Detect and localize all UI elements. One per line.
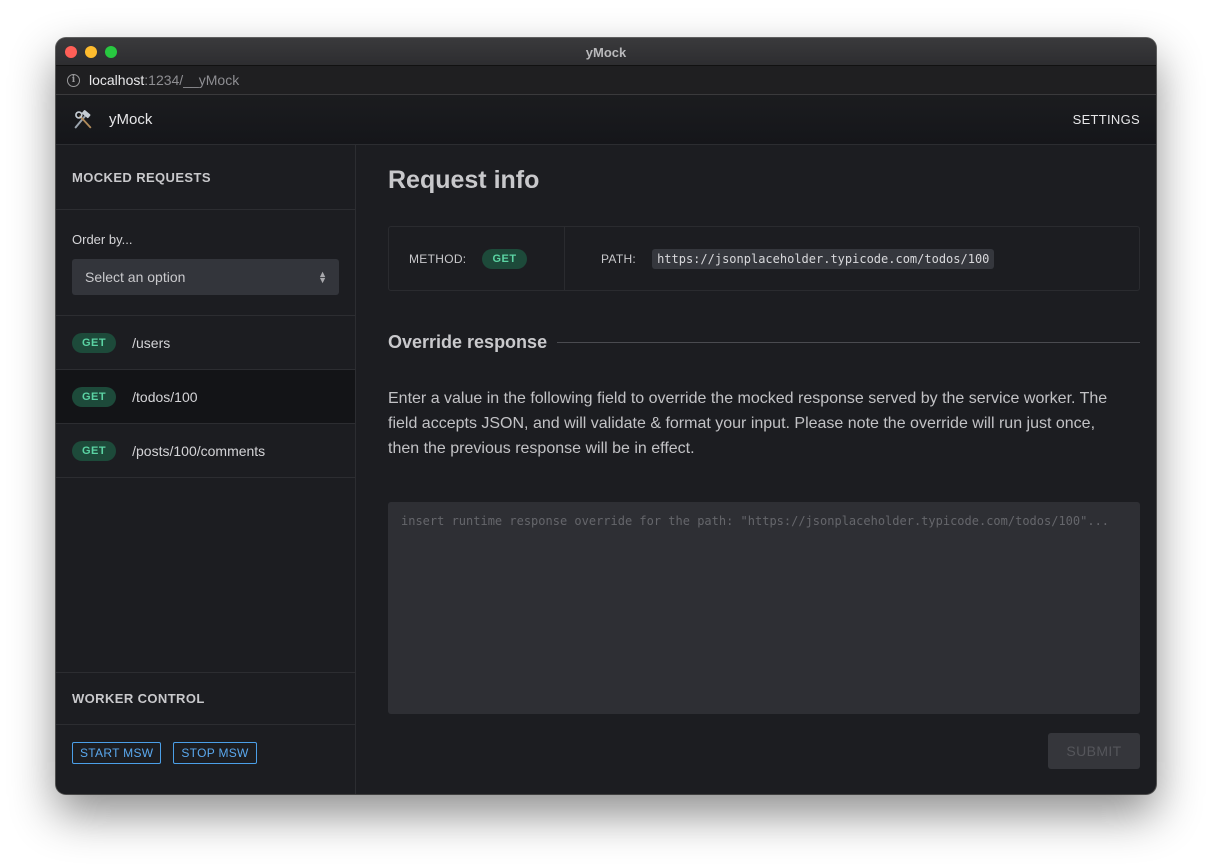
method-badge: GET xyxy=(482,248,527,269)
order-by-select-value: Select an option xyxy=(85,269,186,285)
request-item-comments[interactable]: GET /posts/100/comments xyxy=(56,424,355,478)
page-title: Request info xyxy=(388,166,540,194)
request-path: /users xyxy=(132,334,171,351)
path-label: PATH: xyxy=(601,251,637,266)
start-msw-button[interactable]: START MSW xyxy=(72,741,162,764)
mocked-requests-heading: MOCKED REQUESTS xyxy=(56,145,355,210)
main-panel: Request info METHOD: GET PATH: https://j… xyxy=(356,145,1156,794)
method-badge: GET xyxy=(72,386,117,407)
order-by-block: Order by... Select an option ▲ ▼ xyxy=(56,210,355,316)
app-name: yMock xyxy=(109,111,153,128)
sidebar: MOCKED REQUESTS Order by... Select an op… xyxy=(56,145,356,794)
stop-msw-button[interactable]: STOP MSW xyxy=(173,741,257,764)
window-titlebar: yMock xyxy=(56,38,1156,66)
settings-link[interactable]: SETTINGS xyxy=(1073,112,1140,127)
window-title: yMock xyxy=(585,45,627,60)
submit-button[interactable]: SUBMIT xyxy=(1048,733,1140,769)
worker-control-heading: WORKER CONTROL xyxy=(56,673,355,725)
sidebar-spacer xyxy=(56,478,355,673)
request-info-card: METHOD: GET PATH: https://jsonplaceholde… xyxy=(388,226,1140,291)
request-item-todos[interactable]: GET /todos/100 xyxy=(56,370,355,424)
info-icon[interactable]: i xyxy=(67,73,80,87)
request-item-users[interactable]: GET /users xyxy=(56,316,355,370)
app-header: yMock SETTINGS xyxy=(56,95,1156,145)
override-section-header: Override response xyxy=(388,332,1140,353)
address-bar[interactable]: i localhost:1234/__yMock xyxy=(56,66,1156,95)
override-title: Override response xyxy=(388,332,548,352)
override-textarea[interactable] xyxy=(388,502,1140,714)
method-label: METHOD: xyxy=(409,251,467,266)
request-path: /posts/100/comments xyxy=(132,442,266,459)
chevron-up-down-icon: ▲ ▼ xyxy=(318,269,327,285)
request-path: /todos/100 xyxy=(132,388,198,405)
worker-controls: START MSW STOP MSW xyxy=(56,725,355,794)
method-cell: METHOD: GET xyxy=(389,227,565,290)
path-value: https://jsonplaceholder.typicode.com/tod… xyxy=(652,248,995,269)
order-by-select[interactable]: Select an option ▲ ▼ xyxy=(72,259,339,295)
divider xyxy=(557,342,1140,343)
method-badge: GET xyxy=(72,332,117,353)
order-by-label: Order by... xyxy=(72,232,133,247)
method-badge: GET xyxy=(72,440,117,461)
override-description: Enter a value in the following field to … xyxy=(388,390,1108,457)
brand: yMock xyxy=(72,109,152,131)
url-path: :1234/__yMock xyxy=(144,72,240,88)
path-cell: PATH: https://jsonplaceholder.typicode.c… xyxy=(565,248,995,269)
hammer-wrench-icon xyxy=(74,109,92,128)
url-host: localhost xyxy=(89,72,145,88)
browser-window: yMock i localhost:1234/__yMock yMock SET… xyxy=(56,38,1156,794)
